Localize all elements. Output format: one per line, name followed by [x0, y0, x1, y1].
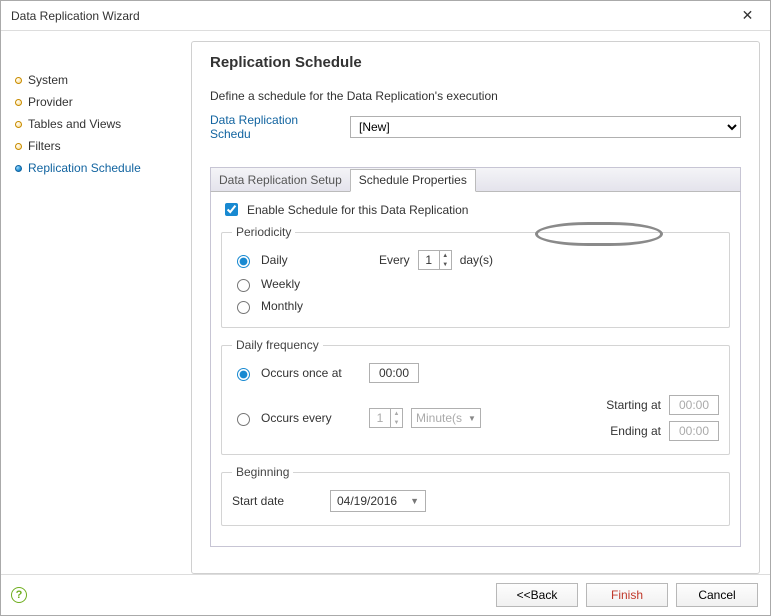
periodicity-monthly-label: Monthly — [261, 299, 361, 313]
sidebar-item-label: Provider — [28, 95, 73, 109]
step-bullet-icon — [15, 143, 22, 150]
sidebar-item-label: Replication Schedule — [28, 161, 141, 175]
sidebar-item-replication-schedule[interactable]: Replication Schedule — [13, 157, 181, 179]
occurs-once-radio[interactable] — [237, 368, 250, 381]
occurs-every-unit-select[interactable]: Minute(s▼ — [411, 408, 481, 428]
beginning-group: Beginning Start date 04/19/2016 ▼ — [221, 465, 730, 526]
wizard-steps-sidebar: System Provider Tables and Views Filters… — [11, 41, 181, 574]
titlebar: Data Replication Wizard ✕ — [1, 1, 770, 31]
occurs-every-radio[interactable] — [237, 413, 250, 426]
tab-content-schedule-properties: Enable Schedule for this Data Replicatio… — [210, 191, 741, 547]
daily-frequency-group: Daily frequency Occurs once at 00:00 Occ… — [221, 338, 730, 455]
periodicity-group: Periodicity Daily Every 1 ▲▼ day(s) Week… — [221, 225, 730, 328]
help-icon[interactable]: ? — [11, 587, 27, 603]
step-bullet-icon — [15, 121, 22, 128]
wizard-footer: ? <<Back Finish Cancel — [1, 574, 770, 614]
every-label: Every — [379, 253, 410, 267]
chevron-down-icon: ▼ — [468, 414, 476, 423]
periodicity-daily-radio[interactable] — [237, 255, 250, 268]
step-bullet-icon — [15, 99, 22, 106]
schedule-select[interactable]: [New] — [350, 116, 741, 138]
page-title: Replication Schedule — [210, 54, 741, 71]
main-panel: Replication Schedule Define a schedule f… — [191, 41, 760, 574]
step-bullet-icon — [15, 165, 22, 172]
tabs: Data Replication Setup Schedule Properti… — [210, 167, 741, 191]
chevron-down-icon[interactable]: ▼ — [391, 418, 402, 427]
wizard-body: System Provider Tables and Views Filters… — [1, 31, 770, 574]
back-button[interactable]: <<Back — [496, 583, 578, 607]
starting-at-time[interactable]: 00:00 — [669, 395, 719, 415]
chevron-down-icon[interactable]: ▼ — [440, 260, 451, 269]
tab-setup[interactable]: Data Replication Setup — [211, 170, 350, 191]
enable-schedule-checkbox[interactable] — [225, 203, 238, 216]
cancel-button[interactable]: Cancel — [676, 583, 758, 607]
occurs-every-label: Occurs every — [261, 411, 361, 425]
ending-at-time[interactable]: 00:00 — [669, 421, 719, 441]
step-bullet-icon — [15, 77, 22, 84]
start-date-label: Start date — [232, 494, 322, 508]
schedule-select-label: Data Replication Schedu — [210, 113, 342, 141]
sidebar-item-system[interactable]: System — [13, 69, 181, 91]
ending-at-label: Ending at — [610, 424, 661, 438]
sidebar-item-filters[interactable]: Filters — [13, 135, 181, 157]
starting-at-label: Starting at — [606, 398, 661, 412]
daily-frequency-legend: Daily frequency — [232, 338, 323, 352]
tab-schedule-properties[interactable]: Schedule Properties — [350, 169, 476, 192]
periodicity-weekly-label: Weekly — [261, 277, 361, 291]
periodicity-monthly-radio[interactable] — [237, 301, 250, 314]
occurs-once-label: Occurs once at — [261, 366, 361, 380]
finish-button[interactable]: Finish — [586, 583, 668, 607]
sidebar-item-label: Filters — [28, 139, 61, 153]
occurs-every-stepper[interactable]: 1 ▲▼ — [369, 408, 403, 428]
sidebar-item-tables-views[interactable]: Tables and Views — [13, 113, 181, 135]
chevron-down-icon: ▼ — [410, 496, 419, 506]
close-icon[interactable]: ✕ — [725, 1, 770, 31]
page-subtitle: Define a schedule for the Data Replicati… — [210, 89, 741, 103]
occurs-once-time[interactable]: 00:00 — [369, 363, 419, 383]
every-days-stepper[interactable]: 1 ▲▼ — [418, 250, 452, 270]
periodicity-weekly-radio[interactable] — [237, 279, 250, 292]
enable-schedule-label: Enable Schedule for this Data Replicatio… — [247, 203, 468, 217]
sidebar-item-provider[interactable]: Provider — [13, 91, 181, 113]
periodicity-legend: Periodicity — [232, 225, 295, 239]
chevron-up-icon[interactable]: ▲ — [391, 409, 402, 418]
start-date-picker[interactable]: 04/19/2016 ▼ — [330, 490, 426, 512]
beginning-legend: Beginning — [232, 465, 293, 479]
sidebar-item-label: Tables and Views — [28, 117, 121, 131]
window-title: Data Replication Wizard — [11, 9, 140, 23]
chevron-up-icon[interactable]: ▲ — [440, 251, 451, 260]
sidebar-item-label: System — [28, 73, 68, 87]
days-suffix: day(s) — [460, 253, 493, 267]
periodicity-daily-label: Daily — [261, 253, 361, 267]
